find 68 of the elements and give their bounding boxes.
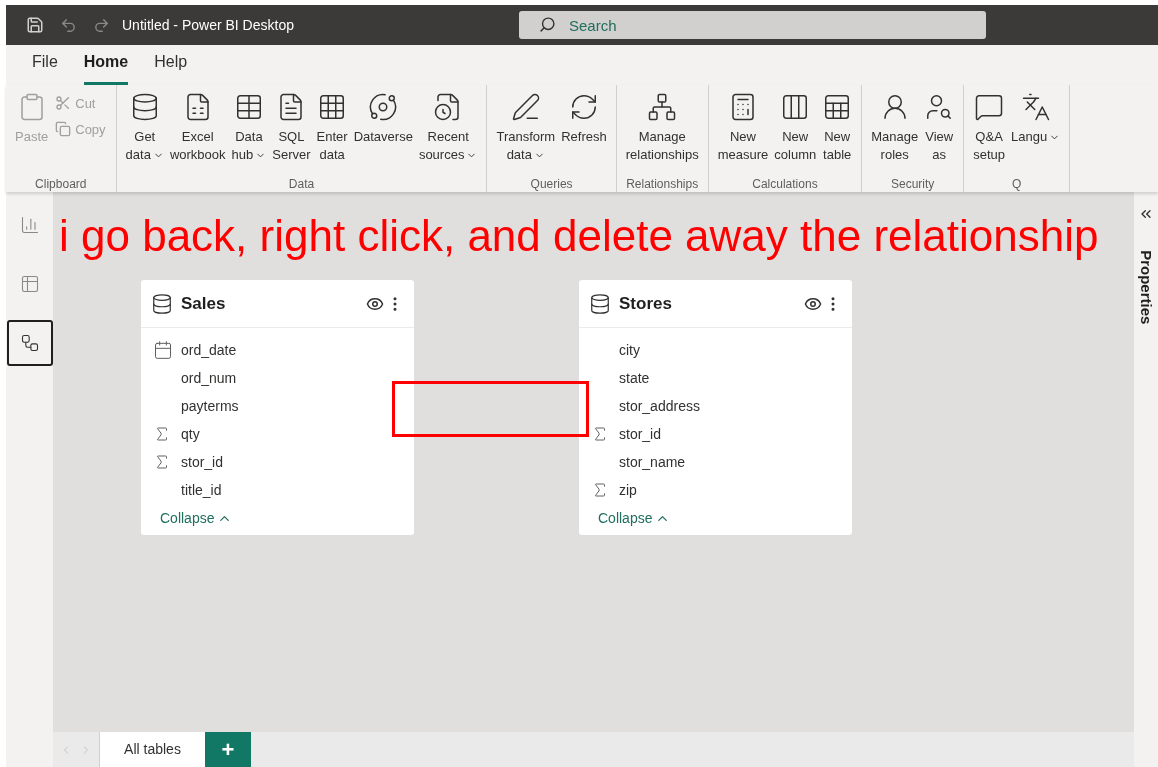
annotation-text: i go back, right click, and delete away the relationship [59, 214, 1099, 258]
ribbon-button[interactable]: Get data [122, 88, 167, 172]
table-icon [589, 292, 611, 315]
add-layout-button[interactable]: + [205, 732, 251, 767]
group-label: Security [891, 176, 935, 192]
ribbon-button[interactable]: New measure [714, 88, 772, 172]
ribbon-button[interactable]: SQL Server [269, 88, 314, 172]
search-icon [538, 16, 556, 33]
ribbon-button[interactable]: Langu [1008, 88, 1064, 172]
model-view-icon [19, 333, 40, 353]
search-field[interactable]: Search [518, 11, 986, 39]
ribbon-button[interactable]: New column [771, 88, 820, 172]
ribbon-icon [974, 92, 1005, 122]
ribbon-button[interactable]: Refresh [558, 88, 610, 172]
collapse-link[interactable]: Collapse [160, 508, 233, 529]
ribbon-icon [1020, 92, 1051, 122]
field-name[interactable]: stor_id [181, 451, 224, 473]
ribbon-button[interactable]: Transform data [493, 88, 559, 172]
field-name[interactable]: title_id [181, 479, 222, 501]
group-label: Data [288, 176, 315, 192]
collapse-link[interactable]: Collapse [598, 508, 671, 529]
menu-tab[interactable]: File [32, 50, 58, 85]
pane-title[interactable]: Properties [1134, 250, 1158, 325]
table-name: Stores [619, 292, 672, 315]
field-name[interactable]: ord_num [181, 367, 237, 389]
field-name[interactable]: stor_id [619, 423, 662, 445]
ribbon-button[interactable]: Manage roles [868, 88, 922, 172]
ribbon-icon [647, 92, 678, 122]
table-view-icon [19, 274, 40, 294]
table-card[interactable]: Stores city state stor_address stor_id stor_name zip Collapse [579, 280, 852, 535]
window-title: Untitled - Power BI Desktop [122, 15, 294, 35]
field-name[interactable]: city [619, 339, 640, 361]
undo-icon[interactable] [60, 16, 77, 34]
group-label: Relationships [626, 176, 699, 192]
field-name[interactable]: state [619, 367, 650, 389]
group-label: Q [1012, 176, 1022, 192]
field-name[interactable]: payterms [181, 395, 239, 417]
table-card[interactable]: Sales ord_date ord_num payterms qty stor_id title_id Collapse [141, 280, 414, 535]
ribbon-icon [510, 92, 541, 122]
ribbon-button[interactable]: Q&A setup [970, 88, 1008, 172]
ribbon-button[interactable]: Data hub [228, 88, 270, 172]
calendar-icon [153, 340, 173, 360]
ribbon-button[interactable]: Manage relationships [622, 88, 702, 172]
field-name[interactable]: zip [619, 479, 637, 501]
ribbon-button[interactable]: New table [819, 88, 856, 172]
report-view-icon [19, 215, 40, 235]
field-name[interactable]: ord_date [181, 339, 237, 361]
field-name[interactable]: qty [181, 423, 200, 445]
ribbon-button[interactable]: Recent sources [415, 88, 481, 172]
ribbon-button[interactable]: Dataverse [350, 88, 416, 172]
group-label: Clipboard [35, 176, 87, 192]
table-name: Sales [181, 292, 226, 315]
ribbon-button[interactable]: Excel workbook [166, 88, 229, 172]
redo-icon[interactable] [93, 16, 110, 34]
group-label: Calculations [752, 176, 818, 192]
table-icon [151, 292, 173, 315]
group-label: Queries [530, 176, 573, 192]
ribbon-button[interactable]: View as [921, 88, 958, 172]
save-icon[interactable] [26, 16, 44, 34]
ribbon-button[interactable]: Enter data [313, 88, 351, 172]
menu-tab[interactable]: Help [154, 50, 188, 85]
ribbon-icon [368, 92, 399, 122]
field-name[interactable]: stor_address [619, 395, 700, 417]
view-button[interactable] [6, 320, 53, 366]
ribbon-icon [55, 95, 72, 111]
layout-tab[interactable]: All tables [100, 732, 205, 767]
field-name[interactable]: stor_name [619, 451, 686, 473]
ribbon-icon [55, 121, 72, 137]
